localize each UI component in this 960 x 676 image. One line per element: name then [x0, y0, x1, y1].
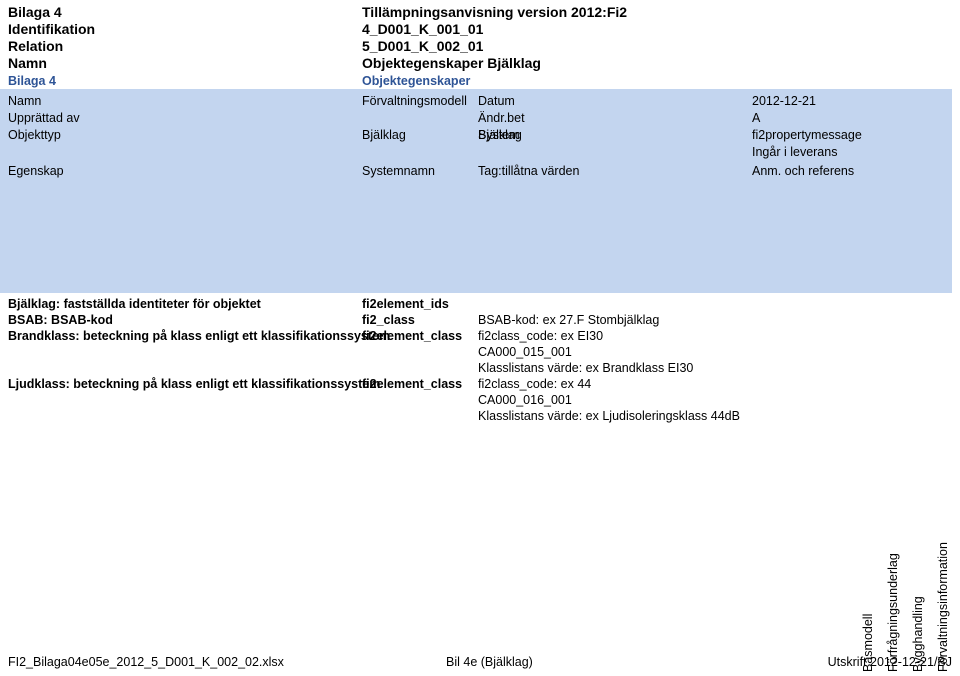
property-name-5: Ljudklass: beteckning på klass enligt et… — [8, 377, 381, 391]
title-row-value-3: Objektegenskaper Bjälklag — [362, 55, 541, 71]
meta-cell-2-3: fi2propertymessage — [752, 128, 862, 142]
property-tag-2: fi2element_class — [362, 329, 463, 343]
footer-file-name: FI2_Bilaga04e05e_2012_5_D001_K_002_02.xl… — [8, 655, 284, 669]
meta-cell-1-3: A — [752, 111, 761, 125]
title-row-value-1: 4_D001_K_001_01 — [362, 21, 484, 37]
metadata-band — [0, 89, 952, 293]
title-row-label-0: Bilaga 4 — [8, 4, 62, 20]
property-tag-0: fi2element_ids — [362, 297, 449, 311]
property-value-4: Klasslistans värde: ex Brandklass EI30 — [478, 361, 694, 375]
property-tag-5: fi2element_class — [362, 377, 463, 391]
property-value-1: BSAB-kod: ex 27.F Stombjälklag — [478, 313, 660, 327]
phase-label-forvaltningsinformation: Förvaltningsinformation — [936, 542, 950, 672]
meta-cell-2-0: Objekttyp — [8, 128, 61, 142]
meta-cell-0-0: Namn — [8, 94, 42, 108]
property-value-2: fi2class_code: ex EI30 — [478, 329, 604, 343]
meta-cell-0-3: 2012-12-21 — [752, 94, 816, 108]
property-value-3: CA000_015_001 — [478, 345, 572, 359]
meta-cell-1-2: Ändr.bet — [478, 111, 525, 125]
title-row-label-1: Identifikation — [8, 21, 96, 37]
meta-cell-0-1: Förvaltningsmodell — [362, 94, 467, 108]
property-value-7: Klasslistans värde: ex Ljudisoleringskla… — [478, 409, 740, 423]
footer-print-info: Utskrift 2012-12-21/BJ — [827, 655, 952, 669]
title-row-value-2: 5_D001_K_002_01 — [362, 38, 484, 54]
meta-cell-2-1: Bjälklag — [362, 128, 406, 142]
meta-cell-2-2b: System — [478, 128, 520, 142]
meta-cell-4-2: Tag:tillåtna värden — [478, 164, 580, 178]
title-row-label-2: Relation — [8, 38, 64, 54]
subtitle-value: Objektegenskaper — [362, 74, 471, 88]
property-name-2: Brandklass: beteckning på klass enligt e… — [8, 329, 391, 343]
meta-cell-1-0: Upprättad av — [8, 111, 80, 125]
title-row-label-3: Namn — [8, 55, 47, 71]
meta-cell-0-2: Datum — [478, 94, 515, 108]
title-row-value-0: Tillämpningsanvisning version 2012:Fi2 — [362, 4, 628, 20]
meta-cell-4-3: Anm. och referens — [752, 164, 855, 178]
subtitle-label: Bilaga 4 — [8, 74, 56, 88]
meta-cell-4-1: Systemnamn — [362, 164, 435, 178]
property-tag-1: fi2_class — [362, 313, 415, 327]
property-value-6: CA000_016_001 — [478, 393, 572, 407]
meta-cell-4-0: Egenskap — [8, 164, 64, 178]
meta-cell-3-3: Ingår i leverans — [752, 145, 838, 159]
footer-sheet-name: Bil 4e (Bjälklag) — [446, 655, 533, 669]
property-name-1: BSAB: BSAB-kod — [8, 313, 113, 327]
property-value-5: fi2class_code: ex 44 — [478, 377, 592, 391]
property-name-0: Bjälklag: fastställda identiteter för ob… — [8, 297, 261, 311]
